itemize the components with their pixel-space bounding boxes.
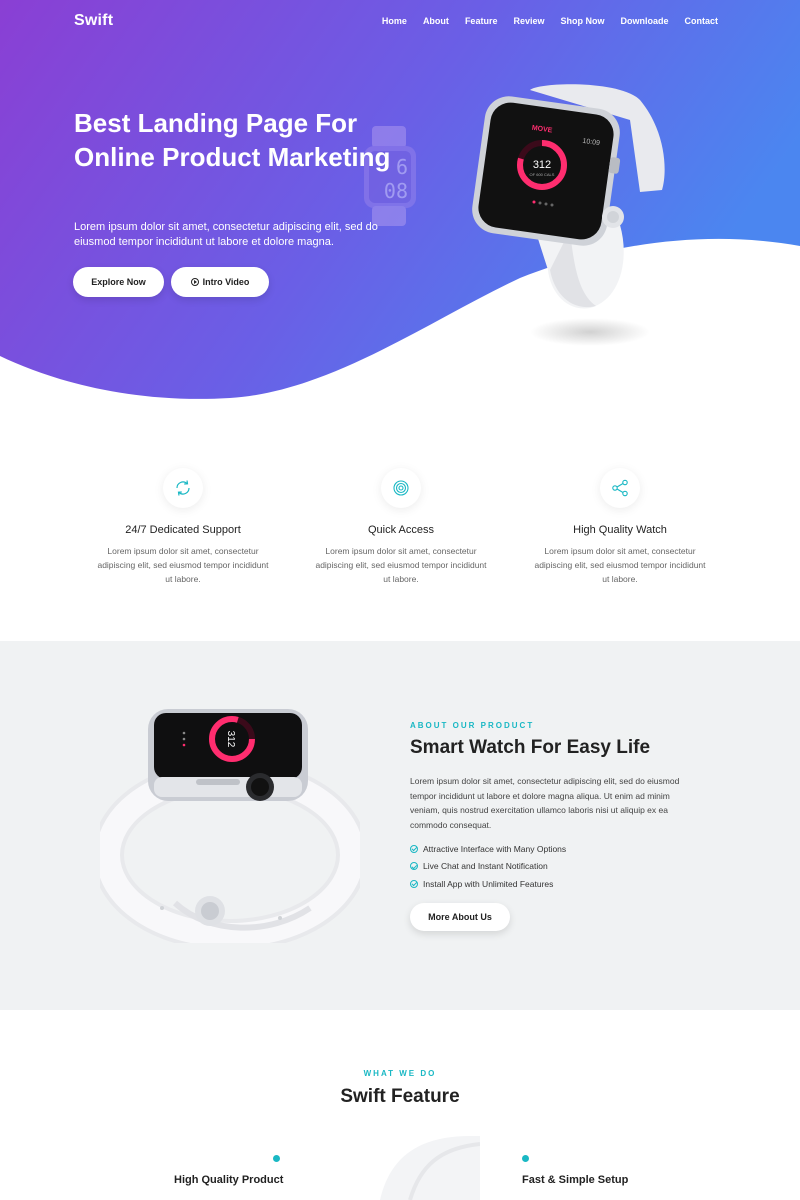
refresh-icon	[163, 468, 203, 508]
explore-now-button[interactable]: Explore Now	[73, 267, 164, 297]
nav-item-home[interactable]: Home	[382, 16, 407, 26]
target-icon	[381, 468, 421, 508]
svg-text:OF 600 CALS: OF 600 CALS	[530, 172, 555, 177]
swift-feature-title: Swift Feature	[340, 1086, 460, 1107]
feature-text: Lorem ipsum dolor sit amet, consectetur …	[97, 546, 269, 584]
about-section: 312 ABOUT OUR PRODUCT Smart Watch For Ea…	[0, 641, 800, 1010]
about-watch-image: 312	[100, 709, 360, 943]
feature-title: 24/7 Dedicated Support	[125, 524, 241, 536]
feature-high-quality-product-title: High Quality Product	[174, 1174, 284, 1186]
feature-title: High Quality Watch	[573, 524, 667, 536]
what-we-do-kicker: WHAT WE DO	[363, 1069, 437, 1078]
feature-dot-icon	[273, 1155, 280, 1162]
svg-text:312: 312	[225, 731, 236, 748]
intro-video-label: Intro Video	[202, 277, 250, 287]
svg-text:312: 312	[533, 159, 551, 171]
about-description: Lorem ipsum dolor sit amet, consectetur …	[410, 776, 680, 830]
nav-menu: Home About Feature Review Shop Now Downl…	[382, 16, 718, 26]
check-circle-icon	[410, 844, 418, 853]
hero-description: Lorem ipsum dolor sit amet, consectetur …	[74, 221, 378, 248]
feature-fast-setup-title: Fast & Simple Setup	[522, 1174, 629, 1186]
check-circle-icon	[410, 879, 418, 888]
feature-watch-image	[380, 1136, 480, 1200]
explore-now-label: Explore Now	[91, 277, 146, 287]
hero-title: Best Landing Page For Online Product Mar…	[74, 108, 391, 172]
feature-dot-icon	[522, 1155, 529, 1162]
more-about-us-label: More About Us	[428, 912, 492, 922]
more-about-us-button[interactable]: More About Us	[410, 903, 510, 931]
top-nav: Swift Home About Feature Review Shop Now…	[0, 0, 800, 44]
nav-item-download[interactable]: Downloade	[620, 16, 668, 26]
nav-item-contact[interactable]: Contact	[685, 16, 719, 26]
feature-support: 24/7 Dedicated Support Lorem ipsum dolor…	[93, 468, 273, 586]
share-icon	[600, 468, 640, 508]
nav-item-about[interactable]: About	[423, 16, 449, 26]
nav-item-feature[interactable]: Feature	[465, 16, 498, 26]
about-feature-list: Attractive Interface with Many Options L…	[410, 840, 566, 893]
nav-item-shop-now[interactable]: Shop Now	[560, 16, 604, 26]
list-item: Attractive Interface with Many Options	[410, 840, 566, 858]
hero-watch-image: MOVE 10:09 312 OF 600 CALS	[472, 84, 665, 346]
hero-section: Swift Home About Feature Review Shop Now…	[0, 0, 800, 400]
feature-text: Lorem ipsum dolor sit amet, consectetur …	[534, 546, 706, 584]
svg-text:6: 6	[396, 155, 408, 179]
brand-logo[interactable]: Swift	[74, 12, 113, 30]
feature-title: Quick Access	[367, 524, 435, 536]
list-item: Install App with Unlimited Features	[410, 875, 566, 893]
svg-text:08: 08	[384, 179, 408, 203]
feature-text: Lorem ipsum dolor sit amet, consectetur …	[315, 546, 487, 584]
feature-quality: High Quality Watch Lorem ipsum dolor sit…	[530, 468, 710, 586]
about-kicker: ABOUT OUR PRODUCT	[410, 721, 535, 730]
about-title: Smart Watch For Easy Life	[410, 737, 651, 758]
list-item: Live Chat and Instant Notification	[410, 858, 566, 876]
play-icon	[190, 278, 199, 286]
intro-video-button[interactable]: Intro Video	[171, 267, 269, 297]
check-circle-icon	[410, 862, 418, 871]
feature-quick-access: Quick Access Lorem ipsum dolor sit amet,…	[311, 468, 491, 586]
nav-item-review[interactable]: Review	[513, 16, 544, 26]
